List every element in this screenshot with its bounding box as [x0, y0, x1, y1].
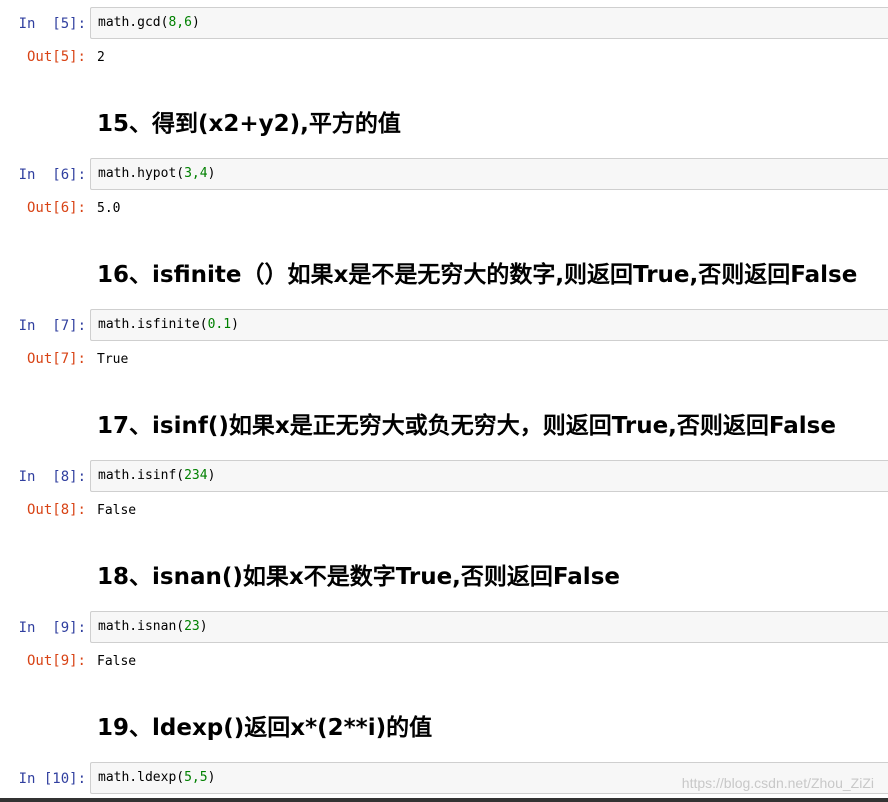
- in-prompt: In [9]:: [18, 620, 86, 636]
- markdown-heading: 18、isnan()如果x不是数字True,否则返回False: [97, 564, 620, 590]
- in-prompt: In [7]:: [18, 318, 86, 334]
- code-cell-input[interactable]: math.isfinite(0.1): [90, 309, 888, 341]
- in-prompt: In [10]:: [18, 771, 86, 787]
- cell-output: 2: [97, 50, 105, 65]
- code-text: math.isnan(23): [98, 619, 208, 634]
- bottom-edge: [0, 798, 888, 802]
- cell-output: False: [97, 503, 137, 518]
- out-prompt: Out[8]:: [26, 502, 86, 518]
- code-text: math.hypot(3,4): [98, 166, 216, 181]
- out-prompt: Out[9]:: [26, 653, 86, 669]
- code-cell-input[interactable]: math.isnan(23): [90, 611, 888, 643]
- out-prompt: Out[7]:: [26, 351, 86, 367]
- code-cell-input[interactable]: math.gcd(8,6): [90, 7, 888, 39]
- cell-output: 5.0: [97, 201, 121, 216]
- watermark: https://blog.csdn.net/Zhou_ZiZi: [681, 775, 874, 791]
- out-prompt: Out[6]:: [26, 200, 86, 216]
- code-text: math.ldexp(5,5): [98, 770, 216, 785]
- cell-output: True: [97, 352, 129, 367]
- markdown-heading: 17、isinf()如果x是正无穷大或负无穷大，则返回True,否则返回Fals…: [97, 413, 836, 439]
- markdown-heading: 15、得到(x2+y2),平方的值: [97, 111, 401, 137]
- in-prompt: In [8]:: [18, 469, 86, 485]
- code-cell-input[interactable]: math.isinf(234): [90, 460, 888, 492]
- code-text: math.gcd(8,6): [98, 15, 200, 30]
- out-prompt: Out[5]:: [26, 49, 86, 65]
- code-text: math.isinf(234): [98, 468, 216, 483]
- in-prompt: In [5]:: [18, 16, 86, 32]
- markdown-heading: 19、ldexp()返回x*(2**i)的值: [97, 715, 433, 741]
- in-prompt: In [6]:: [18, 167, 86, 183]
- markdown-heading: 16、isfinite（）如果x是不是无穷大的数字,则返回True,否则返回Fa…: [97, 262, 858, 288]
- code-cell-input[interactable]: math.hypot(3,4): [90, 158, 888, 190]
- cell-output: False: [97, 654, 137, 669]
- code-text: math.isfinite(0.1): [98, 317, 239, 332]
